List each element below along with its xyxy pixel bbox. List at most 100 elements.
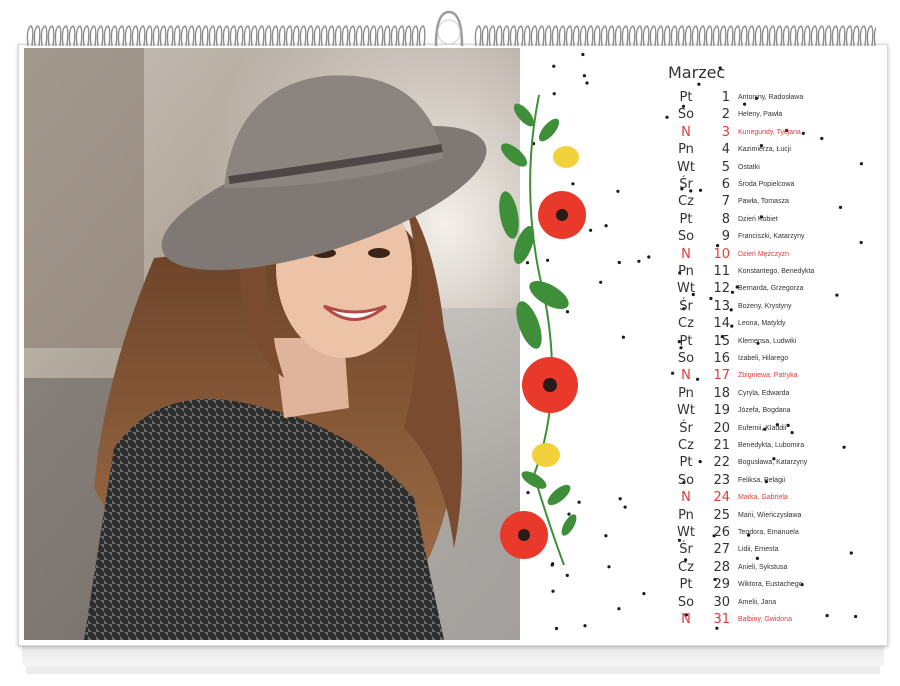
name-day-text: Bożeny, Krystyny <box>738 302 792 310</box>
name-day-text: Dzień Kobiet <box>738 215 778 223</box>
day-row: Cz 7 Pawła, Tomasza <box>660 194 880 212</box>
name-day-text: Benedykta, Lubomira <box>738 442 805 449</box>
yellow-bud <box>553 146 579 168</box>
day-number: 30 <box>713 594 730 610</box>
day-row: Wt 19 Józefa, Bogdana <box>660 403 880 421</box>
name-day-text: Heleny, Pawła <box>738 111 783 119</box>
name-day-text: Eufemii, Klaudii <box>738 424 787 432</box>
day-row: N 17 Zbigniewa, Patryka <box>660 368 880 386</box>
day-number: 17 <box>713 368 730 384</box>
day-row: N 3 Kunegundy, Tycjana <box>660 125 880 143</box>
day-number: 12 <box>713 281 730 297</box>
day-row: N 10 Dzień Mężczyzn <box>660 247 880 265</box>
day-number: 7 <box>721 194 730 210</box>
day-row: So 23 Feliksa, Pelagii <box>660 473 880 491</box>
name-day-text: Marii, Wieńczysława <box>738 511 802 519</box>
day-number: 13 <box>713 298 730 314</box>
poppy-flower <box>538 191 586 239</box>
day-number: 18 <box>713 385 730 401</box>
day-row: Śr 6 Środa Popielcowa <box>660 177 880 195</box>
name-day-text: Klemensa, Ludwiki <box>738 337 797 345</box>
day-row: So 9 Franciszki, Katarzyny <box>660 229 880 247</box>
day-row: Cz 21 Benedykta, Lubomira <box>660 438 880 456</box>
yellow-bud <box>532 443 560 467</box>
name-day-text: Balbiny, Gwidona <box>738 616 792 623</box>
name-day-text: Józefa, Bogdana <box>738 407 791 415</box>
day-row: Śr 27 Lidii, Ernesta <box>660 542 880 560</box>
day-row: Śr 13 Bożeny, Krystyny <box>660 299 880 317</box>
poppy-flower <box>500 511 548 559</box>
day-row: Wt 5 Ostatki <box>660 160 880 178</box>
day-number: 8 <box>721 211 730 227</box>
name-day-text: Środa Popielcowa <box>738 181 795 188</box>
day-number: 19 <box>713 403 730 419</box>
name-day-text: Amelii, Jana <box>738 598 777 606</box>
day-row: N 31 Balbiny, Gwidona <box>660 612 880 630</box>
day-number: 14 <box>713 316 730 332</box>
day-row: Wt 12 Bernarda, Grzegorza <box>660 281 880 299</box>
day-row: Śr 20 Eufemii, Klaudii <box>660 421 880 439</box>
day-row: So 16 Izabeli, Hilarego <box>660 351 880 369</box>
day-row: Pn 11 Konstantego, Benedykta <box>660 264 880 282</box>
name-day-text: Konstantego, Benedykta <box>738 268 815 275</box>
day-row: Pn 4 Kazimierza, Łucji <box>660 142 880 160</box>
day-row: Wt 26 Teodora, Emanuela <box>660 525 880 543</box>
day-row: So 30 Amelii, Jana <box>660 595 880 613</box>
day-number: 10 <box>713 246 730 262</box>
day-number: 21 <box>713 438 730 453</box>
day-number: 11 <box>713 264 730 279</box>
day-number: 1 <box>721 90 730 105</box>
day-row: Pn 18 Cyryla, Edwarda <box>660 386 880 404</box>
name-day-text: Bernarda, Grzegorza <box>738 285 804 293</box>
day-row: N 24 Marka, Gabriela <box>660 490 880 508</box>
name-day-text: Izabeli, Hilarego <box>738 355 789 362</box>
woman-portrait-image <box>24 48 520 640</box>
name-day-text: Kunegundy, Tycjana <box>738 128 801 136</box>
day-number: 20 <box>713 420 730 436</box>
name-day-text: Pawła, Tomasza <box>738 198 789 206</box>
month-title: Marzec <box>668 63 726 82</box>
name-day-text: Franciszki, Katarzyny <box>738 233 805 241</box>
name-day-text: Antoniny, Radosława <box>738 94 804 101</box>
day-number: 22 <box>713 455 730 471</box>
name-day-text: Wiktora, Eustachego <box>738 581 803 589</box>
name-day-text: Anieli, Sykstusa <box>738 563 788 571</box>
day-row: So 2 Heleny, Pawła <box>660 107 880 125</box>
name-day-text: Dzień Mężczyzn <box>738 250 789 258</box>
name-day-text: Zbigniewa, Patryka <box>738 372 798 380</box>
day-number: 16 <box>713 351 730 366</box>
day-number: 29 <box>713 577 730 593</box>
name-day-text: Cyryla, Edwarda <box>738 389 790 397</box>
day-row: Pt 22 Bogusława, Katarzyny <box>660 455 880 473</box>
day-row: Cz 14 Leona, Matyldy <box>660 316 880 334</box>
day-number: 5 <box>721 159 730 175</box>
day-number: 25 <box>713 507 730 523</box>
name-day-text: Feliksa, Pelagii <box>738 476 786 484</box>
day-number: 6 <box>721 177 730 192</box>
day-number: 26 <box>713 525 730 540</box>
day-row: Pt 8 Dzień Kobiet <box>660 212 880 230</box>
day-number: 3 <box>721 124 730 140</box>
day-number: 24 <box>713 490 730 506</box>
day-row: Cz 28 Anieli, Sykstusa <box>660 560 880 578</box>
day-number: 23 <box>713 472 730 488</box>
hanger-hook <box>434 10 464 47</box>
day-number: 28 <box>713 559 730 575</box>
poppy-vine-illustration <box>499 95 586 565</box>
name-day-text: Teodora, Emanuela <box>738 529 799 536</box>
day-number: 15 <box>713 333 730 349</box>
day-row: Pt 29 Wiktora, Eustachego <box>660 577 880 595</box>
poppy-flower <box>522 357 578 413</box>
day-row: Pt 1 Antoniny, Radosława <box>660 90 880 108</box>
day-number: 2 <box>721 107 730 123</box>
day-row: Pn 25 Marii, Wieńczysława <box>660 508 880 526</box>
name-day-text: Kazimierza, Łucji <box>738 146 791 154</box>
calendar-photo <box>24 48 520 640</box>
day-number: 4 <box>721 142 730 158</box>
day-row: Pt 15 Klemensa, Ludwiki <box>660 334 880 352</box>
name-day-text: Bogusława, Katarzyny <box>738 459 808 467</box>
day-number: 31 <box>713 612 730 627</box>
name-day-text: Lidii, Ernesta <box>738 546 779 554</box>
name-day-text: Leona, Matyldy <box>738 320 786 328</box>
day-number: 27 <box>713 542 730 558</box>
